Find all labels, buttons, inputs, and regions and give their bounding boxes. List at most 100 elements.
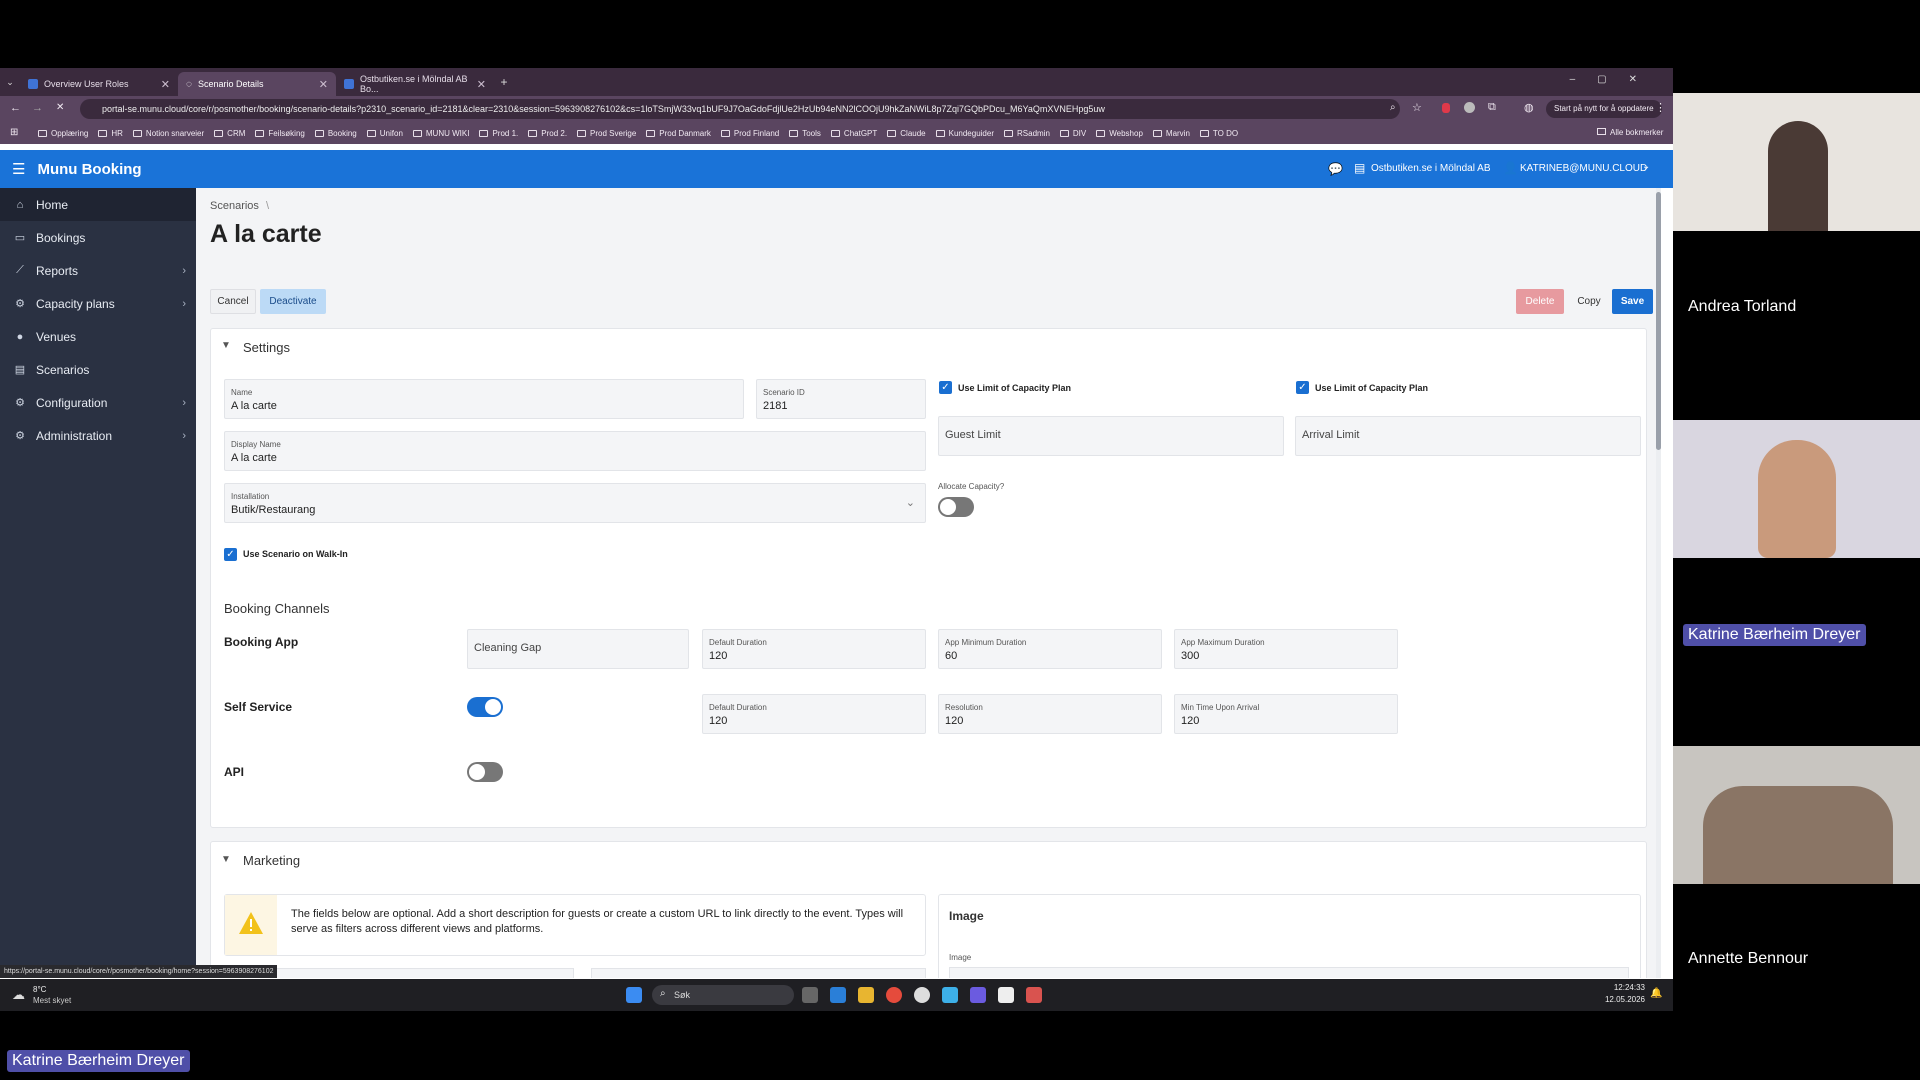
bookmark[interactable]: Prod Finland [720, 129, 779, 138]
self-service-toggle[interactable] [467, 697, 503, 717]
walkin-checkbox[interactable]: ✓ [224, 548, 237, 561]
bookmark[interactable]: CRM [214, 129, 245, 138]
bookmark[interactable]: MUNU WIKI [412, 129, 469, 138]
app-icon[interactable] [1026, 987, 1042, 1003]
scrollbar-thumb[interactable] [1656, 192, 1661, 450]
scenario-type-field[interactable]: Scenario Type [591, 968, 926, 978]
image-upload-field[interactable] [949, 967, 1629, 978]
company-name[interactable]: Ostbutiken.se i Mölndal AB [1371, 163, 1491, 174]
sidebar-item-bookings[interactable]: ▭ Bookings [0, 221, 196, 254]
teams-icon[interactable] [970, 987, 986, 1003]
collapse-triangle-icon[interactable]: ▼ [221, 340, 231, 351]
task-view-icon[interactable] [802, 987, 818, 1003]
name-field[interactable]: Name A la carte [224, 379, 744, 419]
star-icon[interactable]: ☆ [1412, 101, 1422, 114]
sidebar-item-configuration[interactable]: ⚙ Configuration › [0, 386, 196, 419]
extensions-icon[interactable]: ⧉ [1488, 101, 1496, 114]
chrome-icon[interactable] [886, 987, 902, 1003]
bookmark[interactable]: Webshop [1096, 129, 1143, 138]
stop-icon[interactable]: ✕ [56, 102, 64, 113]
bookmark[interactable]: Prod 1. [479, 129, 518, 138]
windows-start-icon[interactable] [626, 987, 642, 1003]
tab-overview-user-roles[interactable]: Overview User Roles ✕ [20, 72, 178, 96]
bookmark[interactable]: Kundeguider [935, 129, 994, 138]
use-limit-checkbox-2[interactable]: ✓ [1296, 381, 1309, 394]
app-default-duration-field[interactable]: Default Duration 120 [702, 629, 926, 669]
bookmark[interactable]: ChatGPT [830, 129, 877, 138]
bookmark[interactable]: Marvin [1152, 129, 1190, 138]
cleaning-gap-field[interactable]: Cleaning Gap [467, 629, 689, 669]
app-max-duration-field[interactable]: App Maximum Duration 300 [1174, 629, 1398, 669]
bookmark[interactable]: Unifon [366, 129, 403, 138]
sidebar-item-scenarios[interactable]: ▤ Scenarios [0, 353, 196, 386]
chat-icon[interactable]: 💬 [1328, 162, 1343, 176]
bookmark[interactable]: Prod Danmark [646, 129, 711, 138]
bookmark[interactable]: Opplæring [38, 129, 88, 138]
api-toggle[interactable] [467, 762, 503, 782]
taskbar-search[interactable]: ⌕ Søk [652, 985, 794, 1005]
close-icon[interactable]: ✕ [319, 78, 328, 91]
extension-icon[interactable] [1442, 103, 1450, 113]
deactivate-button[interactable]: Deactivate [260, 289, 326, 314]
bookmark[interactable]: Prod Sverige [577, 129, 636, 138]
allocate-capacity-toggle[interactable] [938, 497, 974, 517]
app-icon[interactable] [942, 987, 958, 1003]
new-tab-icon[interactable]: + [494, 75, 514, 89]
app-icon[interactable] [998, 987, 1014, 1003]
bookmark[interactable]: TO DO [1199, 129, 1238, 138]
window-controls[interactable]: –▢✕ [1570, 74, 1659, 85]
bookmark[interactable]: Booking [314, 129, 357, 138]
display-name-field[interactable]: Display Name A la carte [224, 431, 926, 471]
bookmark[interactable]: RSadmin [1004, 129, 1050, 138]
profile-icon[interactable]: ◍ [1524, 101, 1534, 114]
tab-scenario-details[interactable]: ◌ Scenario Details ✕ [178, 72, 336, 96]
self-service-default-duration-field[interactable]: Default Duration 120 [702, 694, 926, 734]
arrival-limit-field[interactable]: Arrival Limit [1295, 416, 1641, 456]
min-time-upon-arrival-field[interactable]: Min Time Upon Arrival 120 [1174, 694, 1398, 734]
back-icon[interactable]: ← [10, 102, 21, 114]
resolution-field[interactable]: Resolution 120 [938, 694, 1162, 734]
scenario-id-field[interactable]: Scenario ID 2181 [756, 379, 926, 419]
delete-button[interactable]: Delete [1516, 289, 1564, 314]
apps-icon[interactable]: ⊞ [10, 127, 18, 138]
bookmark[interactable]: Feilsøking [255, 129, 305, 138]
breadcrumb-link-scenarios[interactable]: Scenarios [210, 200, 259, 212]
cancel-button[interactable]: Cancel [210, 289, 256, 314]
close-icon[interactable]: ✕ [477, 78, 486, 91]
installation-select[interactable]: Installation Butik/Restaurang ⌄ [224, 483, 926, 523]
tab-list-icon[interactable]: ⌄ [0, 77, 20, 88]
user-menu[interactable]: KATRINEB@MUNU.CLOUD [1520, 163, 1647, 174]
app-min-duration-field[interactable]: App Minimum Duration 60 [938, 629, 1162, 669]
hamburger-menu-icon[interactable]: ☰ [12, 160, 25, 178]
update-button[interactable]: Start på nytt for å oppdatere [1546, 100, 1662, 118]
extension-icon[interactable] [1464, 102, 1475, 113]
copy-button[interactable]: Copy [1570, 289, 1608, 314]
bookmark[interactable]: HR [98, 129, 123, 138]
bookmark[interactable]: Tools [789, 129, 821, 138]
sidebar-item-administration[interactable]: ⚙ Administration › [0, 419, 196, 452]
edge-icon[interactable] [830, 987, 846, 1003]
file-explorer-icon[interactable] [858, 987, 874, 1003]
chevron-down-icon[interactable]: ⌄ [1642, 161, 1650, 172]
sidebar-item-capacity-plans[interactable]: ⚙ Capacity plans › [0, 287, 196, 320]
app-icon[interactable] [914, 987, 930, 1003]
zoom-icon[interactable]: ⌕ [1390, 102, 1396, 113]
url-field[interactable]: portal-se.munu.cloud/core/r/posmother/bo… [80, 99, 1400, 119]
bookmark[interactable]: DIV [1059, 129, 1086, 138]
save-button[interactable]: Save [1612, 289, 1653, 314]
all-bookmarks[interactable]: Alle bokmerker [1597, 128, 1663, 137]
bookmark[interactable]: Claude [887, 129, 926, 138]
sidebar-item-venues[interactable]: ● Venues [0, 320, 196, 353]
scrollbar[interactable] [1656, 188, 1661, 978]
menu-icon[interactable]: ⋮ [1655, 101, 1666, 114]
bookmark[interactable]: Notion snarveier [132, 129, 204, 138]
tab-ostbutiken[interactable]: Ostbutiken.se i Mölndal AB Bo... ✕ [336, 72, 494, 96]
forward-icon[interactable]: → [32, 102, 43, 114]
guest-limit-field[interactable]: Guest Limit [938, 416, 1284, 456]
sidebar-item-reports[interactable]: ⟋ Reports › [0, 254, 196, 287]
collapse-triangle-icon[interactable]: ▼ [221, 854, 231, 865]
bookmark[interactable]: Prod 2. [528, 129, 567, 138]
notification-bell-icon[interactable]: 🔔 [1650, 988, 1662, 999]
use-limit-checkbox-1[interactable]: ✓ [939, 381, 952, 394]
sidebar-item-home[interactable]: ⌂ Home [0, 188, 196, 221]
